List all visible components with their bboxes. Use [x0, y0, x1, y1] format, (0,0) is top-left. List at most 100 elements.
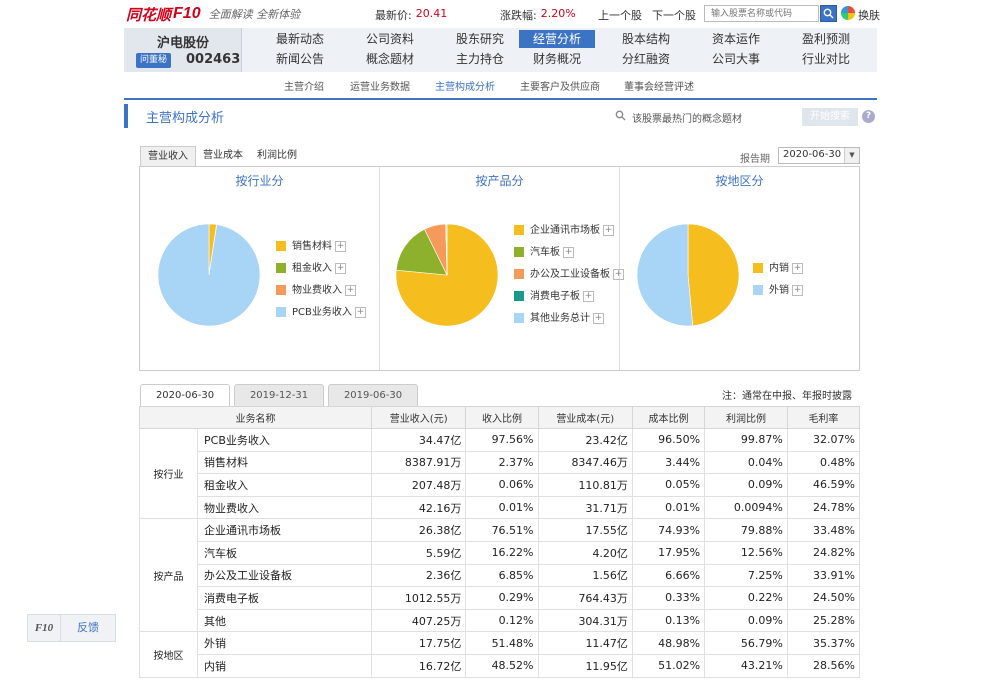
nav-main-holdings[interactable]: 主力持仓 [442, 50, 518, 68]
tab-profit-ratio[interactable]: 利润比例 [250, 146, 304, 166]
stock-info: 沪电股份 问董秘 002463 [124, 28, 242, 72]
col-profit-ratio: 利润比例 [704, 406, 788, 429]
nav-latest-news[interactable]: 最新动态 [262, 30, 338, 48]
cell-revenue-ratio: 0.12% [465, 608, 539, 633]
chart-title-industry: 按行业分 [235, 174, 284, 188]
cell-business-name: 办公及工业设备板 [197, 563, 372, 588]
nav-business-analysis[interactable]: 经营分析 [519, 30, 595, 48]
cell-cost-ratio: 17.95% [631, 540, 706, 565]
nav-industry-compare[interactable]: 行业对比 [788, 50, 864, 68]
legend-product: 企业通讯市场板 + 汽车板 + 办公及工业设备板 + 消费电子板 + 其他业务总计 + [514, 221, 624, 331]
feedback-button[interactable]: 反馈 [60, 615, 115, 641]
cell-cost-ratio: 0.13% [631, 608, 706, 633]
concept-search-icon [615, 110, 626, 121]
cell-revenue: 1012.55万 [370, 586, 467, 610]
legend-label: 其他业务总计 [530, 313, 590, 324]
expand-plus-icon[interactable]: + [354, 306, 366, 318]
date-tab-2020-06-30[interactable]: 2020-06-30 [140, 384, 230, 406]
subnav-operation-data[interactable]: 运营业务数据 [350, 78, 410, 93]
chart-title-product: 按产品分 [475, 174, 524, 188]
col-gross-margin: 毛利率 [786, 406, 861, 429]
legend-item[interactable]: 物业费收入 + [276, 281, 366, 303]
stock-search-input[interactable] [704, 5, 819, 22]
date-tab-2019-06-30[interactable]: 2019-06-30 [328, 384, 418, 406]
main-nav: 最新动态 公司资料 股东研究 经营分析 股本结构 资本运作 盈利预测 新闻公告 … [242, 28, 877, 72]
legend-item[interactable]: 消费电子板 + [514, 287, 624, 309]
expand-plus-icon[interactable]: + [563, 246, 574, 258]
expand-plus-icon[interactable]: + [603, 224, 614, 236]
report-period-select[interactable]: 2020-06-30 ▼ [778, 147, 860, 164]
cell-cost-ratio: 6.66% [631, 563, 706, 588]
prev-stock-link[interactable]: 上一个股 [598, 7, 642, 23]
nav-dividend-financing[interactable]: 分红融资 [608, 50, 684, 68]
tab-cost[interactable]: 营业成本 [196, 146, 250, 166]
expand-plus-icon[interactable]: + [583, 290, 594, 302]
skin-link[interactable]: 换肤 [858, 7, 880, 23]
composition-table: 业务名称 营业收入(元) 收入比例 营业成本(元) 成本比例 利润比例 毛利率 … [139, 406, 861, 678]
table-row: 汽车板 5.59亿 16.22% 4.20亿 17.95% 12.56% 24.82% [140, 540, 861, 565]
legend-item[interactable]: 外销 + [753, 281, 803, 303]
subnav-board-review[interactable]: 董事会经营评述 [624, 78, 694, 93]
ask-secretary-button[interactable]: 问董秘 [136, 53, 172, 68]
tab-revenue[interactable]: 营业收入 [140, 146, 196, 166]
chart-panel-product: 按产品分 企业通讯市场板 + 汽车板 + 办公及工业设备板 + 消费电子板 + 其他业务总计 + [380, 167, 624, 370]
legend-item[interactable]: PCB业务收入 + [276, 303, 366, 325]
legend-item[interactable]: 其他业务总计 + [514, 309, 624, 331]
brand-name: 同花顺 [126, 6, 172, 24]
price-change: 涨跌幅: 2.20% [500, 7, 576, 23]
cell-revenue: 42.16万 [370, 495, 467, 520]
brand-logo[interactable]: 同花顺 F10 全面解读 全新体验 [126, 4, 300, 24]
subnav-composition-analysis[interactable]: 主营构成分析 [435, 78, 495, 93]
nav-company-profile[interactable]: 公司资料 [352, 30, 428, 48]
expand-plus-icon[interactable]: + [792, 284, 803, 296]
chart-title-region: 按地区分 [715, 174, 764, 188]
legend-item[interactable]: 销售材料 + [276, 237, 366, 259]
cell-profit-ratio: 12.56% [704, 540, 788, 565]
cell-gross-margin: 24.78% [786, 495, 861, 520]
nav-financial-overview[interactable]: 财务概况 [519, 50, 595, 68]
latest-price-value: 20.41 [415, 7, 448, 20]
nav-shareholder-research[interactable]: 股东研究 [442, 30, 518, 48]
pie-slice-1[interactable] [636, 223, 694, 327]
cell-profit-ratio: 0.04% [704, 450, 788, 475]
expand-plus-icon[interactable]: + [792, 262, 803, 274]
table-row: 办公及工业设备板 2.36亿 6.85% 1.56亿 6.66% 7.25% 33.91% [140, 563, 861, 588]
date-tab-2019-12-31[interactable]: 2019-12-31 [234, 384, 324, 406]
pie-slice-0[interactable] [687, 223, 740, 327]
help-icon[interactable]: ? [862, 110, 875, 123]
disclosure-note: 注：通常在中报、年报时披露 [722, 391, 852, 402]
legend-item[interactable]: 租金收入 + [276, 259, 366, 281]
legend-item[interactable]: 汽车板 + [514, 243, 624, 265]
nav-concept-topics[interactable]: 概念题材 [352, 50, 428, 68]
nav-share-structure[interactable]: 股本结构 [608, 30, 684, 48]
sub-nav: 主营介绍 运营业务数据 主营构成分析 主要客户及供应商 董事会经营评述 [124, 72, 877, 100]
legend-item[interactable]: 内销 + [753, 259, 803, 281]
feedback-widget[interactable]: F10 反馈 [27, 614, 116, 642]
cell-revenue-ratio: 97.56% [465, 428, 539, 452]
expand-plus-icon[interactable]: + [345, 284, 356, 296]
start-search-button[interactable]: 开始搜索 [802, 108, 858, 126]
legend-item[interactable]: 办公及工业设备板 + [514, 265, 624, 287]
subnav-customers-suppliers[interactable]: 主要客户及供应商 [520, 78, 600, 93]
subnav-main-intro[interactable]: 主营介绍 [284, 78, 324, 93]
expand-plus-icon[interactable]: + [335, 262, 346, 274]
nav-capital-operation[interactable]: 资本运作 [698, 30, 774, 48]
next-stock-link[interactable]: 下一个股 [652, 7, 696, 23]
cell-business-name: 汽车板 [197, 540, 372, 565]
expand-plus-icon[interactable]: + [335, 240, 346, 252]
pie-product [395, 223, 499, 327]
search-button[interactable] [820, 5, 837, 22]
pie-slice-3[interactable] [157, 223, 261, 327]
nav-profit-forecast[interactable]: 盈利预测 [788, 30, 864, 48]
concept-topics-link[interactable]: 该股票最热门的概念题材 [632, 110, 742, 125]
legend-swatch [276, 307, 286, 317]
expand-plus-icon[interactable]: + [593, 312, 604, 324]
legend-item[interactable]: 企业通讯市场板 + [514, 221, 624, 243]
cell-profit-ratio: 0.0094% [704, 495, 788, 520]
nav-announcements[interactable]: 新闻公告 [262, 50, 338, 68]
nav-company-events[interactable]: 公司大事 [698, 50, 774, 68]
cell-cost: 17.55亿 [537, 518, 633, 542]
legend-label: 办公及工业设备板 [530, 269, 610, 280]
legend-label: PCB业务收入 [292, 307, 352, 318]
skin-icon[interactable] [841, 6, 855, 20]
